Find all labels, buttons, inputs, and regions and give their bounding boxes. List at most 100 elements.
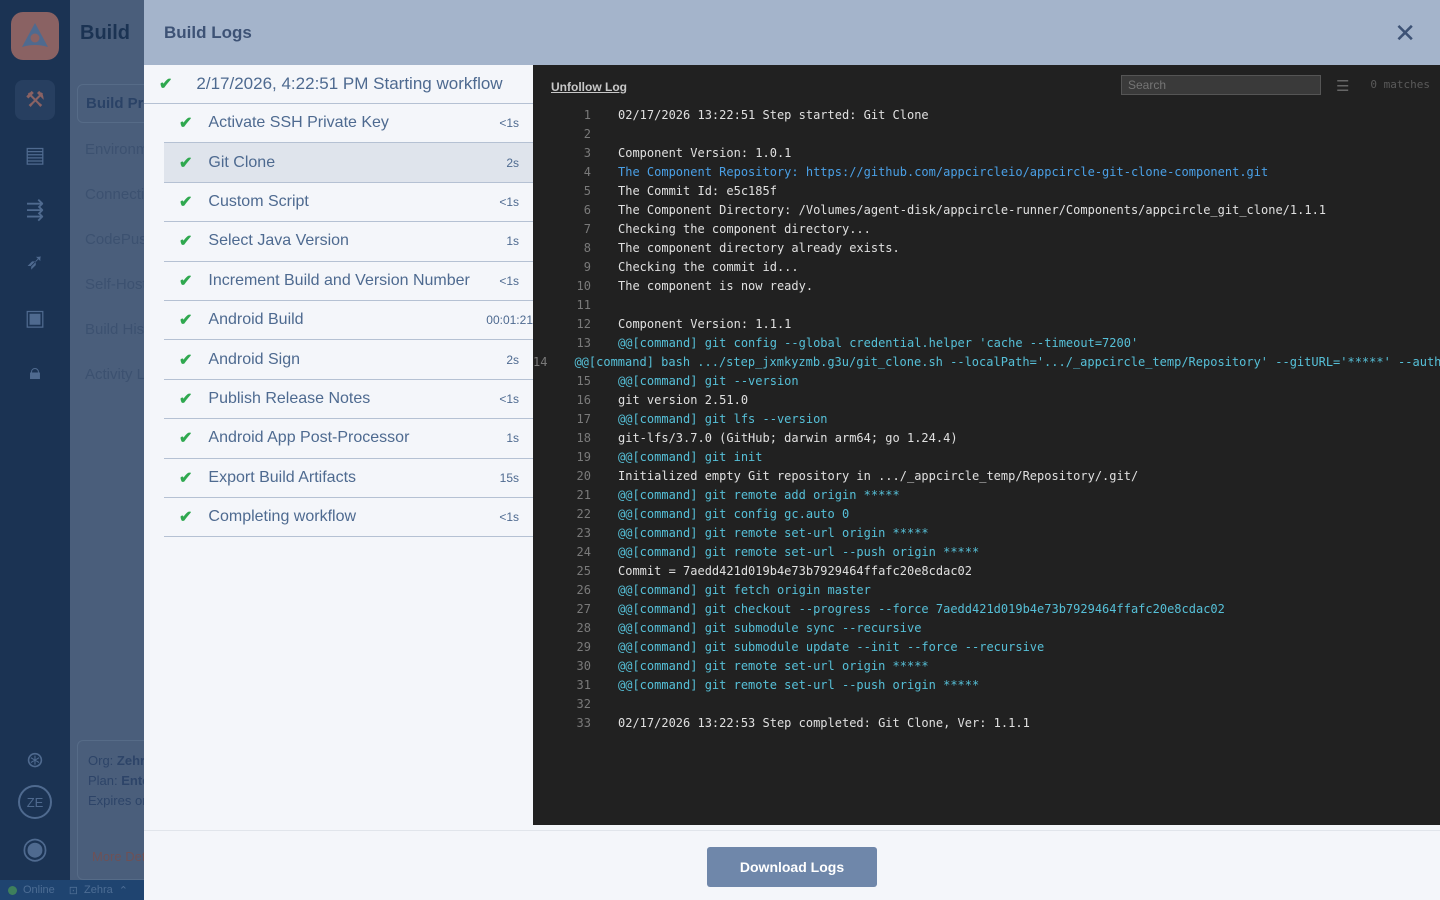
user-avatar-icon[interactable]: ◉ — [15, 828, 55, 868]
log-text: git-lfs/3.7.0 (GitHub; darwin arm64; go … — [618, 431, 958, 445]
log-line: 28@@[command] git submodule sync --recur… — [533, 618, 1440, 637]
org-avatar[interactable]: ZE — [18, 785, 52, 819]
step-name: Increment Build and Version Number — [208, 272, 469, 290]
step-duration: <1s — [499, 510, 519, 524]
log-line: 15@@[command] git --version — [533, 371, 1440, 390]
line-number: 11 — [533, 298, 618, 312]
log-text: 02/17/2026 13:22:53 Step completed: Git … — [618, 716, 1030, 730]
nav-activity-log[interactable]: Activity Log — [85, 366, 144, 383]
log-text: 02/17/2026 13:22:51 Step started: Git Cl… — [618, 108, 929, 122]
nav-environment-variables[interactable]: Environment Variables — [85, 141, 144, 158]
step-row[interactable]: ✔Git Clone2s — [164, 143, 533, 182]
log-text: Component Version: 1.1.1 — [618, 317, 791, 331]
check-icon: ✔ — [179, 468, 192, 488]
step-duration: 1s — [506, 431, 519, 445]
step-row[interactable]: ✔Custom Script<1s — [164, 183, 533, 222]
step-duration: <1s — [499, 274, 519, 288]
step-row[interactable]: ✔Android Build00:01:21 — [164, 301, 533, 340]
close-icon[interactable]: ✕ — [1394, 18, 1416, 49]
help-lifebuoy-icon[interactable]: ⊛ — [15, 740, 55, 780]
log-text: @@[command] bash .../step_jxmkyzmb.g3u/g… — [574, 355, 1440, 369]
check-icon: ✔ — [179, 310, 192, 330]
line-number: 24 — [533, 545, 618, 559]
step-row[interactable]: ✔Android Sign2s — [164, 340, 533, 379]
lock-user-icon[interactable]: 🔒︎ — [15, 352, 55, 392]
line-number: 31 — [533, 678, 618, 692]
step-duration: 15s — [500, 471, 519, 485]
log-line: 3Component Version: 1.0.1 — [533, 143, 1440, 162]
step-duration: 00:01:21 — [486, 313, 533, 327]
log-line: 17@@[command] git lfs --version — [533, 409, 1440, 428]
log-text: The component is now ready. — [618, 279, 813, 293]
step-name: Android App Post-Processor — [208, 429, 409, 447]
log-search-input[interactable] — [1121, 75, 1321, 95]
org-info-card: Org: Zehra Plan: Enterprise Expires on M… — [77, 740, 144, 880]
step-row[interactable]: ✔Increment Build and Version Number<1s — [164, 262, 533, 301]
log-line: 22@@[command] git config gc.auto 0 — [533, 504, 1440, 523]
log-text: Commit = 7aedd421d019b4e73b7929464ffafc2… — [618, 564, 972, 578]
rocket-icon[interactable]: ➶ — [15, 242, 55, 282]
line-number: 4 — [533, 165, 618, 179]
step-row[interactable]: ✔Completing workflow<1s — [164, 498, 533, 537]
appcircle-logo[interactable] — [11, 12, 59, 60]
nav-build-history[interactable]: Build History — [85, 321, 144, 338]
step-list: ✔2/17/2026, 4:22:51 PM Starting workflow… — [144, 65, 533, 830]
online-dot-icon — [8, 886, 17, 895]
line-number: 28 — [533, 621, 618, 635]
step-name: Completing workflow — [208, 508, 356, 526]
log-line: 24@@[command] git remote set-url --push … — [533, 542, 1440, 561]
log-line: 29@@[command] git submodule update --ini… — [533, 637, 1440, 656]
nav-codepush[interactable]: CodePush — [85, 231, 144, 248]
unfollow-log-link[interactable]: Unfollow Log — [551, 80, 627, 94]
log-text: @@[command] git remote set-url origin **… — [618, 526, 929, 540]
line-number: 18 — [533, 431, 618, 445]
log-line: 14@@[command] bash .../step_jxmkyzmb.g3u… — [533, 352, 1440, 371]
log-line: 3302/17/2026 13:22:53 Step completed: Gi… — [533, 713, 1440, 732]
step-row[interactable]: ✔Publish Release Notes<1s — [164, 380, 533, 419]
step-row[interactable]: ✔Select Java Version1s — [164, 222, 533, 261]
line-number: 27 — [533, 602, 618, 616]
check-icon: ✔ — [179, 428, 192, 448]
log-text: Initialized empty Git repository in .../… — [618, 469, 1138, 483]
log-line: 10The component is now ready. — [533, 276, 1440, 295]
workflow-header[interactable]: ✔2/17/2026, 4:22:51 PM Starting workflow — [144, 65, 533, 104]
log-line: 30@@[command] git remote set-url origin … — [533, 656, 1440, 675]
build-logs-modal: Build Logs ✕ ✔2/17/2026, 4:22:51 PM Star… — [144, 0, 1440, 900]
log-line: 27@@[command] git checkout --progress --… — [533, 599, 1440, 618]
log-text: Checking the component directory... — [618, 222, 871, 236]
more-details-link[interactable]: More Details — [88, 847, 144, 867]
briefcase-icon[interactable]: ▣ — [15, 298, 55, 338]
certificate-icon[interactable]: ▤ — [15, 135, 55, 175]
step-row[interactable]: ✔ Android App Post-Processor 1s — [164, 419, 533, 458]
log-line: 5The Commit Id: e5c185f — [533, 181, 1440, 200]
line-number: 12 — [533, 317, 618, 331]
step-row[interactable]: ✔Export Build Artifacts15s — [164, 459, 533, 498]
status-user[interactable]: Zehra — [84, 884, 113, 896]
log-line: 102/17/2026 13:22:51 Step started: Git C… — [533, 105, 1440, 124]
step-row[interactable]: ✔Activate SSH Private Key<1s — [164, 104, 533, 143]
line-number: 25 — [533, 564, 618, 578]
org-label: Org: — [88, 753, 113, 768]
line-number: 20 — [533, 469, 618, 483]
modal-footer: Download Logs — [144, 830, 1440, 900]
step-duration: 2s — [506, 156, 519, 170]
nav-connections[interactable]: Connections — [85, 186, 144, 203]
log-lines: 102/17/2026 13:22:51 Step started: Git C… — [533, 105, 1440, 732]
online-status: Online — [23, 884, 55, 896]
log-line: 26@@[command] git fetch origin master — [533, 580, 1440, 599]
lines-filter-icon[interactable]: ☰ — [1336, 77, 1349, 95]
line-number: 3 — [533, 146, 618, 160]
chevron-up-icon[interactable]: ⌃ — [119, 884, 128, 897]
log-line: 20Initialized empty Git repository in ..… — [533, 466, 1440, 485]
nav-self-hosted-runners[interactable]: Self-Hosted Runners — [85, 276, 144, 293]
step-name: Custom Script — [208, 193, 308, 211]
step-name: Select Java Version — [208, 232, 349, 250]
line-number: 14 — [533, 355, 574, 369]
download-logs-button[interactable]: Download Logs — [707, 847, 877, 887]
hammer-build-icon[interactable]: ⚒ — [15, 80, 55, 120]
section-title: Build — [80, 22, 130, 45]
status-bar: Online ⊡Zehra⌃ — [0, 880, 144, 900]
line-number: 13 — [533, 336, 618, 350]
distribution-flow-icon[interactable]: ⇶ — [15, 190, 55, 230]
nav-build-profiles[interactable]: Build Profiles — [77, 84, 144, 123]
